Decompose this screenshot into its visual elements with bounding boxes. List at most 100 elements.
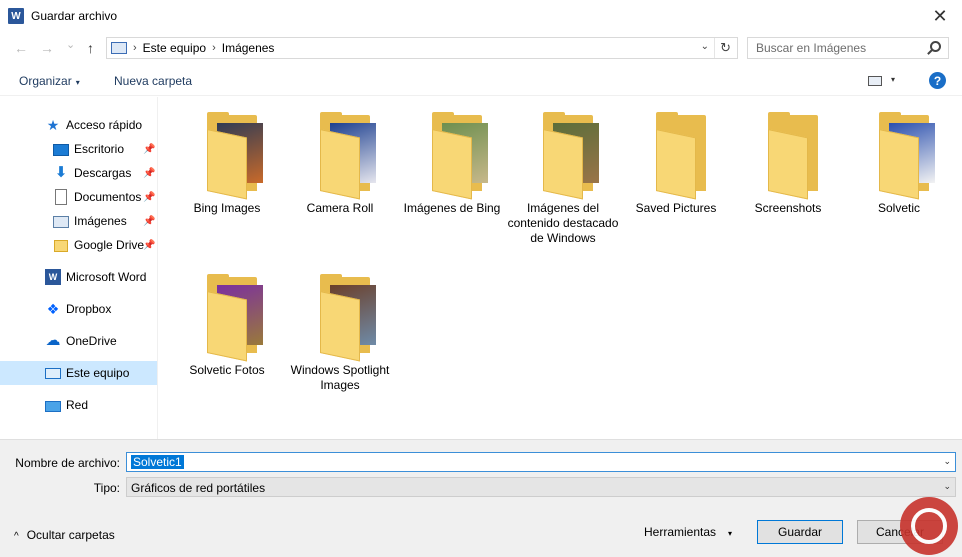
folder-label: Saved Pictures (635, 201, 717, 215)
sidebar-item-label: Microsoft Word (66, 270, 147, 284)
folder-item[interactable]: Solvetic (843, 97, 955, 257)
sidebar-item-este-equipo[interactable]: Este equipo (0, 361, 157, 385)
navigation-bar: ← → ⌄ ↑ › Este equipo › Imágenes ⌄ ↻ Bus… (0, 32, 962, 64)
breadcrumb-imagenes[interactable]: Imágenes (222, 41, 275, 55)
folder-item[interactable]: Windows Spotlight Images (284, 259, 396, 419)
address-bar[interactable]: › Este equipo › Imágenes ⌄ ↻ (106, 37, 738, 59)
folder-icon-front (320, 291, 360, 362)
sidebar-item-documentos[interactable]: Documentos 📌 (0, 185, 157, 209)
search-icon[interactable] (930, 41, 941, 52)
title-bar: W Guardar archivo ✕ (0, 0, 962, 32)
folder-icon-front (768, 129, 808, 200)
folder-icon (207, 274, 267, 362)
folder-icon (207, 112, 267, 200)
folder-icon (879, 112, 939, 200)
folder-item[interactable]: Solvetic Fotos (171, 259, 283, 419)
caret-down-icon: ▾ (728, 529, 733, 538)
sidebar-item-label: Red (66, 398, 89, 412)
command-toolbar: Organizar ▾ Nueva carpeta ▾ ? (0, 64, 962, 96)
sidebar-item-google-drive[interactable]: Google Drive 📌 (0, 233, 157, 257)
filename-value[interactable]: Solvetic1 (131, 455, 184, 469)
sidebar-item-label: OneDrive (66, 334, 117, 348)
tools-menu[interactable]: Herramientas ▾ (644, 525, 732, 539)
sidebar-item-label: Este equipo (66, 366, 130, 380)
sidebar-item-label: Descargas (74, 166, 132, 180)
sidebar-item-dropbox[interactable]: ❖ Dropbox (0, 297, 157, 321)
up-arrow-icon[interactable]: ↑ (87, 40, 94, 56)
pin-icon[interactable]: 📌 (143, 192, 155, 203)
pin-icon[interactable]: 📌 (143, 240, 155, 251)
breadcrumb-separator-icon: › (212, 42, 216, 54)
folder-item[interactable]: Imágenes del contenido destacado de Wind… (507, 97, 619, 257)
sidebar-item-label: Escritorio (74, 142, 125, 156)
search-input[interactable]: Buscar en Imágenes (747, 37, 949, 59)
sidebar-item-label: Google Drive (74, 238, 145, 252)
back-arrow-icon[interactable]: ← (14, 40, 28, 56)
refresh-icon[interactable]: ↻ (720, 40, 731, 56)
folder-item[interactable]: Imágenes de Bing (396, 97, 508, 257)
network-icon (45, 400, 61, 412)
sidebar-item-descargas[interactable]: ⬇ Descargas 📌 (0, 161, 157, 185)
hide-folders-toggle[interactable]: ^ Ocultar carpetas (14, 528, 115, 542)
folder-icon-front (656, 129, 696, 200)
file-type-select[interactable]: Gráficos de red portátiles ⌄ (126, 477, 956, 497)
close-icon[interactable]: ✕ (930, 6, 950, 26)
recent-locations-icon[interactable]: ⌄ (66, 38, 75, 51)
folder-icon (432, 112, 492, 200)
save-options-panel: Nombre de archivo: Solvetic1 ⌄ Tipo: Grá… (0, 439, 962, 557)
file-list-view: Bing Images Camera Roll Imágenes de Bing… (159, 97, 962, 439)
dropbox-icon: ❖ (46, 301, 60, 317)
folder-icon (320, 274, 380, 362)
folder-label: Camera Roll (306, 201, 374, 215)
folder-icon-front (879, 129, 919, 200)
view-options-icon[interactable] (868, 76, 882, 86)
tools-label: Herramientas (644, 525, 717, 539)
search-placeholder: Buscar en Imágenes (756, 41, 867, 55)
folder-icon-front (207, 291, 247, 362)
new-folder-button[interactable]: Nueva carpeta (114, 74, 192, 88)
file-type-label: Tipo: (93, 481, 120, 495)
organize-label: Organizar (19, 74, 72, 88)
sidebar-item-imagenes[interactable]: Imágenes 📌 (0, 209, 157, 233)
folder-label: Solvetic Fotos (189, 363, 265, 377)
pin-icon[interactable]: 📌 (143, 216, 155, 227)
save-button[interactable]: Guardar (757, 520, 843, 544)
pin-icon[interactable]: 📌 (143, 168, 155, 179)
folder-label: Windows Spotlight Images (290, 363, 390, 392)
folder-item[interactable]: Bing Images (171, 97, 283, 257)
sidebar-item-acceso-rapido[interactable]: ★ Acceso rápido (0, 113, 157, 137)
filename-field[interactable]: Solvetic1 ⌄ (126, 452, 956, 472)
onedrive-icon: ☁ (45, 332, 61, 349)
file-type-value: Gráficos de red portátiles (131, 481, 266, 495)
folder-item[interactable]: Saved Pictures (620, 97, 732, 257)
help-icon[interactable]: ? (929, 72, 946, 89)
folder-label: Imágenes de Bing (403, 201, 501, 215)
folder-icon (320, 112, 380, 200)
folder-icon-front (543, 129, 583, 200)
folder-label: Solvetic (877, 201, 921, 215)
folder-icon (543, 112, 603, 200)
sidebar-item-label: Acceso rápido (66, 118, 143, 132)
organize-menu[interactable]: Organizar ▾ (19, 74, 80, 88)
folder-item[interactable]: Screenshots (732, 97, 844, 257)
sidebar-item-red[interactable]: Red (0, 393, 157, 417)
filename-label: Nombre de archivo: (15, 456, 120, 470)
this-pc-icon (111, 42, 127, 54)
word-app-icon: W (8, 8, 24, 24)
sidebar-item-onedrive[interactable]: ☁ OneDrive (0, 329, 157, 353)
breadcrumb-este-equipo[interactable]: Este equipo (143, 41, 206, 55)
sidebar-item-microsoft-word[interactable]: W Microsoft Word (0, 265, 157, 289)
chevron-down-icon[interactable]: ⌄ (701, 41, 709, 52)
caret-down-icon[interactable]: ▾ (891, 75, 895, 84)
caret-up-icon: ^ (14, 531, 19, 542)
word-icon: W (45, 269, 61, 285)
sidebar-item-escritorio[interactable]: Escritorio 📌 (0, 137, 157, 161)
folder-item[interactable]: Camera Roll (284, 97, 396, 257)
navigation-pane: ★ Acceso rápido Escritorio 📌 ⬇ Descargas… (0, 97, 158, 439)
folder-label: Imágenes del contenido destacado de Wind… (507, 201, 619, 245)
forward-arrow-icon[interactable]: → (40, 40, 54, 56)
pin-icon[interactable]: 📌 (143, 144, 155, 155)
chevron-down-icon[interactable]: ⌄ (943, 481, 951, 492)
folder-icon-front (432, 129, 472, 200)
chevron-down-icon[interactable]: ⌄ (943, 456, 951, 467)
